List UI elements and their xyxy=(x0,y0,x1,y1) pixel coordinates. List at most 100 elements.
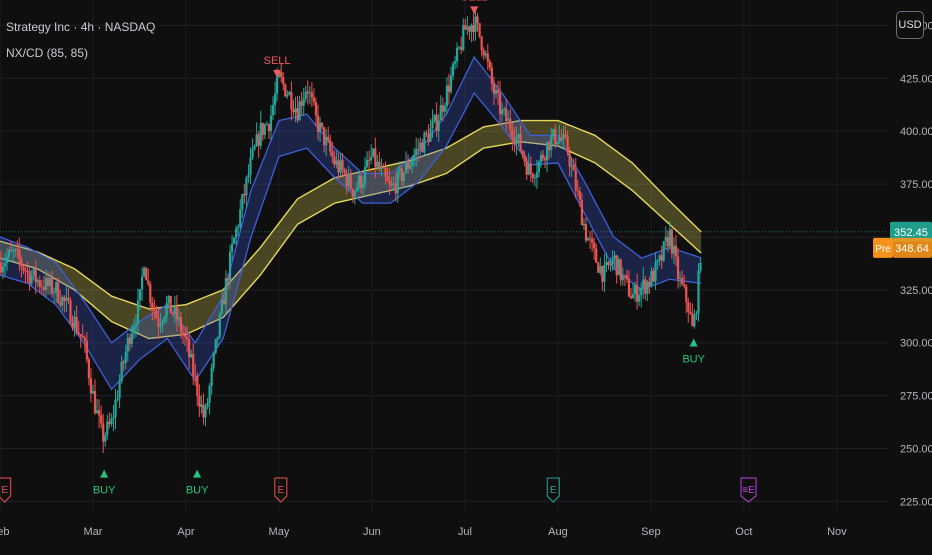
candle-body xyxy=(515,137,518,145)
indicator-title[interactable]: NX/CD (85, 85) xyxy=(6,40,155,66)
candle-body xyxy=(419,142,422,150)
candle-body xyxy=(372,148,375,157)
candle-body xyxy=(16,249,19,251)
candle-body xyxy=(30,275,33,284)
candle-body xyxy=(640,287,643,296)
candlestick-chart[interactable]: BUY BUY SELL SELL BUY E E E ≡E 225.00 250.00 275.00… xyxy=(0,0,932,550)
candle-body xyxy=(48,277,52,286)
y-tick-label: 225.00 xyxy=(900,496,932,508)
candle-body xyxy=(196,375,199,396)
y-axis: 225.00250.00275.00300.00325.00350.00375.… xyxy=(900,20,932,508)
candle-body xyxy=(689,311,692,314)
candle-body xyxy=(249,157,252,175)
candle-body xyxy=(382,167,385,169)
candle-body xyxy=(396,170,399,194)
candle-body xyxy=(658,255,661,261)
candle-body xyxy=(108,421,111,425)
candle-body xyxy=(220,299,223,314)
candle-body xyxy=(513,138,516,145)
candle-body xyxy=(243,194,246,196)
candle-body xyxy=(124,352,127,363)
candle-body xyxy=(237,226,240,229)
candle-body xyxy=(421,142,424,153)
candle-body xyxy=(629,296,633,299)
candle-body xyxy=(564,134,567,137)
candle-body xyxy=(194,375,197,377)
candle-body xyxy=(318,122,322,132)
candle-body xyxy=(633,285,637,295)
candle-body xyxy=(275,76,279,94)
candle-body xyxy=(298,101,301,121)
symbol-title[interactable]: Strategy Inc · 4h · NASDAQ xyxy=(6,14,155,40)
candle-body xyxy=(140,276,144,290)
candle-body xyxy=(100,415,103,424)
candle-body xyxy=(335,160,338,165)
candle-body xyxy=(462,25,465,50)
candle-body xyxy=(1,266,5,273)
candle-body xyxy=(678,278,682,280)
candle-body xyxy=(198,395,201,407)
candle-body xyxy=(273,93,277,106)
candle-body xyxy=(353,191,356,197)
candle-body xyxy=(136,300,140,325)
candle-body xyxy=(169,295,172,314)
candle-body xyxy=(537,162,541,173)
candle-body xyxy=(345,172,348,187)
candle-body xyxy=(449,75,453,93)
candle-body xyxy=(218,313,221,337)
candle-body xyxy=(46,277,50,286)
candle-body xyxy=(329,140,332,152)
buy-signal-label: BUY xyxy=(93,485,116,497)
candle-body xyxy=(261,122,264,135)
candle-body xyxy=(468,26,471,32)
earnings-marker-label: E xyxy=(550,485,557,496)
candle-body xyxy=(380,167,383,170)
candle-body xyxy=(206,402,209,407)
candle-body xyxy=(646,281,649,294)
candle-body xyxy=(558,137,561,143)
candle-body xyxy=(61,296,64,306)
candle-body xyxy=(394,183,397,194)
candle-body xyxy=(619,259,622,281)
candle-body xyxy=(316,115,320,132)
candle-body xyxy=(185,336,189,340)
candle-body xyxy=(106,421,109,436)
candle-body xyxy=(415,149,418,155)
x-tick-label: Nov xyxy=(827,526,847,538)
candle-body xyxy=(535,172,538,178)
chart-canvas[interactable]: BUY BUY SELL SELL BUY E E E ≡E 225.00 250.00 275.00… xyxy=(0,0,932,550)
candle-body xyxy=(8,250,11,258)
candle-body xyxy=(343,169,346,173)
x-tick-label: Oct xyxy=(735,526,752,538)
sell-signal-arrow xyxy=(470,6,479,15)
buy-signal-label: BUY xyxy=(186,485,209,497)
candle-body xyxy=(310,92,313,98)
candle-body xyxy=(386,176,389,181)
candle-body xyxy=(388,180,391,185)
candle-body xyxy=(40,286,43,288)
candle-body xyxy=(543,158,547,161)
candle-body xyxy=(202,404,205,418)
candle-body xyxy=(257,134,260,146)
candle-body xyxy=(572,165,575,171)
y-tick-label: 300.00 xyxy=(900,338,932,350)
fast-band-fill xyxy=(0,57,702,390)
candle-body xyxy=(339,160,342,173)
candle-body xyxy=(681,278,684,285)
candle-body xyxy=(413,154,416,161)
candle-body xyxy=(75,316,78,333)
candle-body xyxy=(521,150,524,156)
candle-body xyxy=(183,334,187,337)
candle-body xyxy=(623,275,626,277)
candle-body xyxy=(359,175,363,189)
currency-button[interactable]: USD xyxy=(896,11,924,39)
candle-body xyxy=(118,381,121,399)
candle-body xyxy=(230,243,234,252)
candle-body xyxy=(408,165,412,169)
candle-body xyxy=(55,282,58,293)
candle-body xyxy=(599,265,602,273)
candle-body xyxy=(222,299,226,305)
candle-body xyxy=(63,296,66,301)
candle-body xyxy=(656,260,659,262)
candle-body xyxy=(654,261,657,282)
